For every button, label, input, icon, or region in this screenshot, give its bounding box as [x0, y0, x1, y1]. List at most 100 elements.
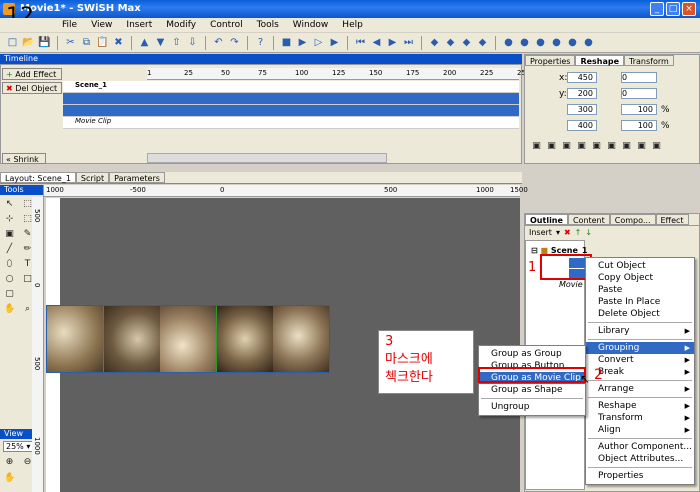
toolbar-tool-icon[interactable]: ✂ — [64, 36, 77, 49]
properties-tab[interactable]: Transform — [624, 55, 674, 66]
properties-tab[interactable]: Properties — [525, 55, 576, 66]
align-icon[interactable]: ▣ — [546, 141, 557, 152]
context-menu-item[interactable]: Transform ▶ — [586, 412, 694, 424]
align-icon[interactable]: ▣ — [636, 141, 647, 152]
layer-frames[interactable] — [147, 117, 519, 128]
drawing-tool-icon[interactable]: ▢ — [4, 289, 15, 300]
align-icon[interactable]: ▣ — [651, 141, 662, 152]
hand-icon[interactable]: ✋ — [4, 473, 15, 484]
drawing-tool-icon[interactable]: ↖ — [4, 199, 15, 210]
toolbar-tool-icon[interactable]: ◆ — [428, 36, 441, 49]
drawing-tool-icon[interactable]: ✋ — [4, 304, 15, 315]
menu-help[interactable]: Help — [342, 18, 363, 32]
toolbar-tool-icon[interactable]: ■ — [280, 36, 293, 49]
maximize-button[interactable]: □ — [666, 2, 680, 16]
photo-strip[interactable] — [46, 305, 330, 373]
context-menu-item[interactable]: Convert ▶ — [586, 354, 694, 366]
drawing-tool-icon[interactable]: ⬯ — [4, 259, 15, 270]
y-input[interactable]: 200 — [567, 88, 597, 99]
scale-x-input[interactable]: 100 — [621, 104, 657, 115]
outline-tab[interactable]: Content — [567, 214, 610, 225]
toolbar-tool-icon[interactable]: ◆ — [460, 36, 473, 49]
menu-modify[interactable]: Modify — [166, 18, 196, 32]
menu-insert[interactable]: Insert — [126, 18, 152, 32]
layout-tab[interactable]: Parameters — [109, 172, 165, 183]
drawing-tool-icon[interactable]: ▣ — [4, 229, 15, 240]
layer-frames[interactable] — [147, 93, 519, 104]
toolbar-tool-icon[interactable]: 💾 — [38, 36, 51, 49]
toolbar-tool-icon[interactable]: ▶ — [328, 36, 341, 49]
context-menu-item[interactable]: Arrange ▶ — [586, 383, 694, 395]
context-menu-item[interactable]: Properties — [586, 470, 694, 482]
minimize-button[interactable]: _ — [650, 2, 664, 16]
menu-control[interactable]: Control — [210, 18, 243, 32]
timeline-layer-row[interactable]: Scene_1 — [63, 81, 519, 93]
toolbar-tool-icon[interactable]: ● — [518, 36, 531, 49]
align-icon[interactable]: ▣ — [591, 141, 602, 152]
properties-tab[interactable]: Reshape — [575, 55, 625, 66]
toolbar-tool-icon[interactable]: ● — [582, 36, 595, 49]
submenu-item[interactable]: Ungroup — [479, 401, 585, 413]
move-down-icon[interactable]: ↓ — [585, 228, 592, 237]
toolbar-tool-icon[interactable]: ▶ — [296, 36, 309, 49]
timeline-layer-row[interactable]: Movie Clip — [63, 117, 519, 129]
skew-input[interactable]: 0 — [621, 88, 657, 99]
toolbar-tool-icon[interactable]: ↷ — [228, 36, 241, 49]
drawing-tool-icon[interactable]: ○ — [4, 274, 15, 285]
context-menu-item[interactable]: Library ▶ — [586, 325, 694, 337]
toolbar-tool-icon[interactable]: ⧉ — [80, 36, 93, 49]
movie-clip-node[interactable]: Movie Clip — [559, 280, 585, 289]
layer-frames[interactable] — [147, 105, 519, 116]
toolbar-tool-icon[interactable]: ◆ — [476, 36, 489, 49]
width-input[interactable]: 300 — [567, 104, 597, 115]
outline-tab[interactable]: Outline — [525, 214, 568, 225]
align-icon[interactable]: ▣ — [576, 141, 587, 152]
submenu-item[interactable]: Group as Shape — [479, 384, 585, 396]
x-input[interactable]: 450 — [567, 72, 597, 83]
toolbar-tool-icon[interactable]: ✖ — [112, 36, 125, 49]
toolbar-tool-icon[interactable]: ◀ — [370, 36, 383, 49]
drawing-tool-icon[interactable]: ⊹ — [4, 214, 15, 225]
toolbar-tool-icon[interactable]: ▷ — [312, 36, 325, 49]
context-menu-item[interactable]: Author Component... — [586, 441, 694, 453]
context-menu-item[interactable]: Grouping ▶ — [586, 342, 694, 354]
menu-file[interactable]: File — [62, 18, 77, 32]
layout-tab[interactable]: Layout: Scene_1 — [0, 172, 76, 183]
scale-y-input[interactable]: 100 — [621, 120, 657, 131]
height-input[interactable]: 400 — [567, 120, 597, 131]
add-effect-button[interactable]: + Add Effect ▾ — [2, 68, 62, 90]
toolbar-tool-icon[interactable]: 📋 — [96, 36, 109, 49]
timeline-scrollbar[interactable] — [147, 153, 387, 163]
align-icon[interactable]: ▣ — [621, 141, 632, 152]
toolbar-tool-icon[interactable]: ▶ — [386, 36, 399, 49]
toolbar-tool-icon[interactable]: ▼ — [154, 36, 167, 49]
context-menu-item[interactable]: Paste In Place — [586, 296, 694, 308]
toolbar-tool-icon[interactable]: ? — [254, 36, 267, 49]
toolbar-tool-icon[interactable]: □ — [6, 36, 19, 49]
context-menu-item[interactable]: Reshape ▶ — [586, 400, 694, 412]
context-menu-item[interactable]: Align ▶ — [586, 424, 694, 436]
menu-tools[interactable]: Tools — [257, 18, 279, 32]
context-menu-item[interactable]: Object Attributes... — [586, 453, 694, 465]
toolbar-tool-icon[interactable]: ↶ — [212, 36, 225, 49]
context-menu-item[interactable]: Paste — [586, 284, 694, 296]
toolbar-tool-icon[interactable]: ● — [502, 36, 515, 49]
outline-tab[interactable]: Effect — [655, 214, 689, 225]
shrink-button[interactable]: « Shrink — [2, 153, 46, 164]
toolbar-tool-icon[interactable]: ⏮ — [354, 36, 367, 49]
context-menu-item[interactable]: Cut Object — [586, 260, 694, 272]
menu-window[interactable]: Window — [293, 18, 329, 32]
toolbar-tool-icon[interactable]: 📂 — [22, 36, 35, 49]
layout-tab[interactable]: Script — [75, 172, 110, 183]
context-menu-item[interactable]: Copy Object — [586, 272, 694, 284]
timeline-layer-row[interactable] — [63, 105, 519, 117]
outline-tab[interactable]: Compo... — [609, 214, 656, 225]
align-icon[interactable]: ▣ — [606, 141, 617, 152]
submenu-item[interactable]: Group as Group — [479, 348, 585, 360]
toolbar-tool-icon[interactable]: ● — [534, 36, 547, 49]
context-menu-item[interactable]: Delete Object — [586, 308, 694, 320]
zoom-in-icon[interactable]: ⊕ — [4, 457, 15, 468]
close-button[interactable]: × — [682, 2, 696, 16]
delete-icon[interactable]: ✖ — [564, 228, 571, 237]
rotate-input[interactable]: 0 — [621, 72, 657, 83]
